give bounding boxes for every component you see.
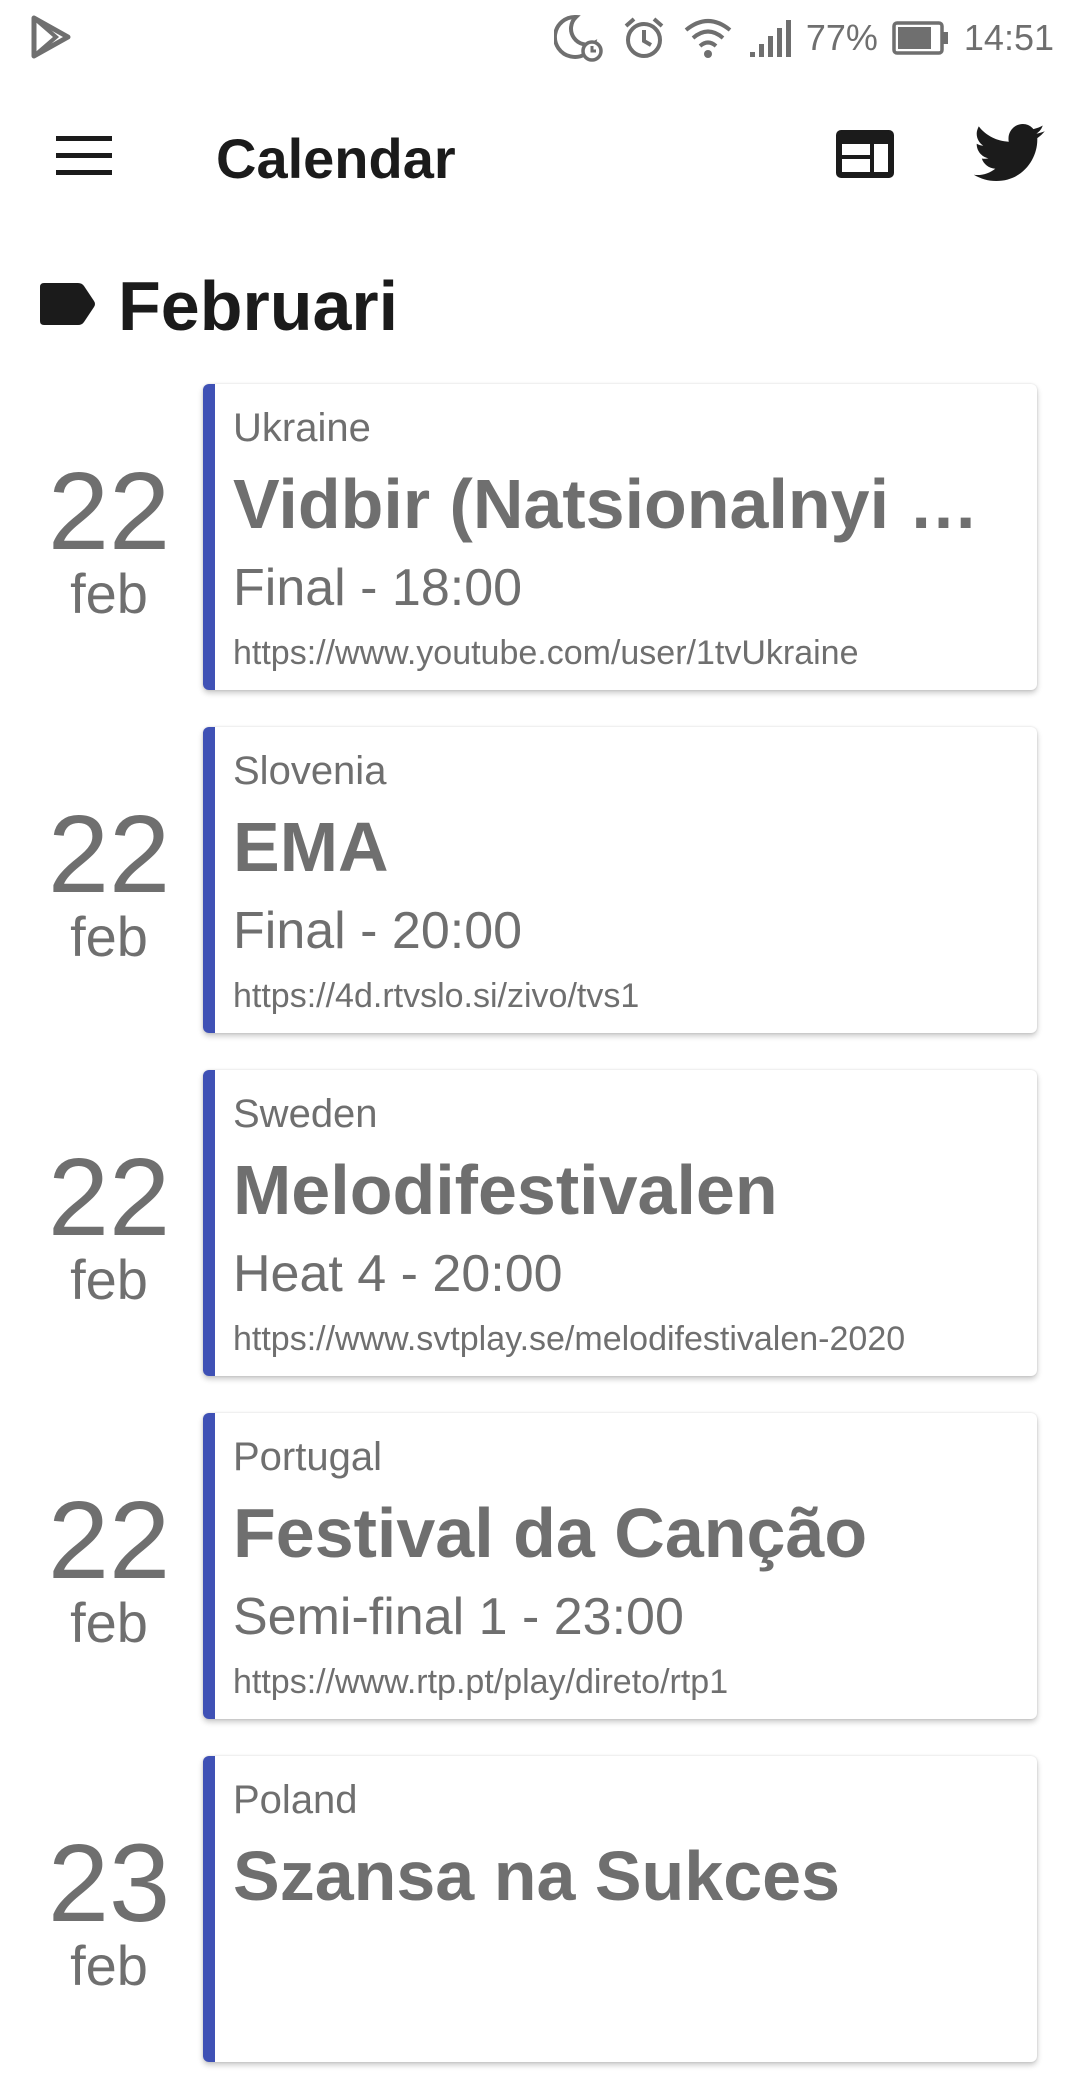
event-country: Slovenia [233,749,387,793]
event-month: feb [70,905,148,968]
event-card[interactable]: Slovenia EMA Final - 20:00 https://4d.rt… [203,727,1037,1033]
clock-time: 14:51 [963,17,1054,58]
wifi-icon [682,14,734,62]
event-country: Sweden [233,1092,378,1136]
event-card[interactable]: Sweden Melodifestivalen Heat 4 - 20:00 h… [203,1070,1037,1376]
battery-icon [892,21,950,55]
event-date: 22 feb [0,1136,218,1311]
status-bar: 77% 14:51 [0,0,1080,76]
do-not-disturb-icon [553,13,606,63]
event-date: 22 feb [0,793,218,968]
card-accent-bar [203,1070,215,1376]
event-url[interactable]: https://www.rtp.pt/play/direto/rtp1 [233,1663,728,1702]
menu-icon[interactable] [56,134,112,178]
section-title: Februari [118,267,399,345]
event-date: 23 feb [0,1822,218,1997]
event-list: 22 feb Ukraine Vidbir (Natsionalnyi V… F… [0,384,1080,2099]
event-time: Final - 20:00 [233,902,523,960]
event-time: Semi-final 1 - 23:00 [233,1588,684,1646]
event-month: feb [70,1591,148,1654]
event-month: feb [70,1248,148,1311]
battery-percent: 77% [805,17,878,58]
alarm-icon [620,14,668,62]
card-accent-bar [203,727,215,1033]
event-day: 23 [47,1822,171,1945]
label-icon [38,281,96,332]
event-card[interactable]: Poland Szansa na Sukces [203,1756,1037,2062]
event-name: Melodifestivalen [233,1151,778,1229]
event-day: 22 [47,450,171,573]
event-day: 22 [47,1136,171,1259]
app-bar: Calendar [0,76,1080,236]
event-month: feb [70,562,148,625]
list-item: 22 feb Ukraine Vidbir (Natsionalnyi V… F… [0,384,1080,727]
event-url[interactable]: https://4d.rtvslo.si/zivo/tvs1 [233,977,639,1016]
card-accent-bar [203,1756,215,2062]
event-card[interactable]: Ukraine Vidbir (Natsionalnyi V… Final - … [203,384,1037,690]
play-store-icon [30,14,74,65]
event-country: Poland [233,1778,358,1822]
list-item: 22 feb Portugal Festival da Canção Semi-… [0,1413,1080,1756]
event-name: Szansa na Sukces [233,1837,840,1915]
event-name: Vidbir (Natsionalnyi V… [233,465,1019,543]
event-month: feb [70,1934,148,1997]
event-url[interactable]: https://www.youtube.com/user/1tvUkraine [233,634,859,673]
month-section-header: Februari [38,266,398,346]
event-date: 22 feb [0,450,218,625]
event-url[interactable]: https://www.svtplay.se/melodifestivalen-… [233,1320,905,1359]
list-item: 22 feb Sweden Melodifestivalen Heat 4 - … [0,1070,1080,1413]
card-accent-bar [203,384,215,690]
event-day: 22 [47,1479,171,1602]
event-date: 22 feb [0,1479,218,1654]
event-country: Ukraine [233,406,371,450]
web-icon[interactable] [834,128,896,180]
signal-icon [748,18,792,58]
event-card[interactable]: Portugal Festival da Canção Semi-final 1… [203,1413,1037,1719]
event-country: Portugal [233,1435,382,1479]
card-accent-bar [203,1413,215,1719]
list-item: 23 feb Poland Szansa na Sukces [0,1756,1080,2099]
event-name: Festival da Canção [233,1494,868,1572]
event-time: Final - 18:00 [233,559,523,617]
event-name: EMA [233,808,389,886]
event-time: Heat 4 - 20:00 [233,1245,563,1303]
event-day: 22 [47,793,171,916]
app-title: Calendar [216,127,456,190]
list-item: 22 feb Slovenia EMA Final - 20:00 https:… [0,727,1080,1070]
twitter-icon[interactable] [973,124,1046,184]
